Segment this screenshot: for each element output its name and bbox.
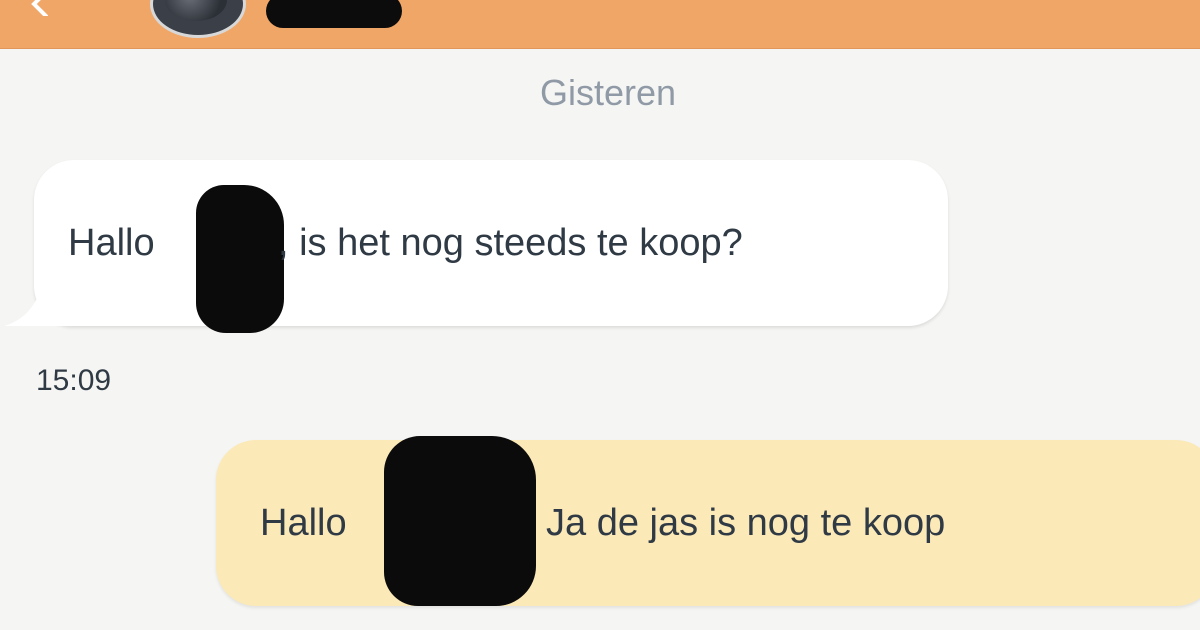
message-text: Ja de jas is nog te koop: [546, 502, 946, 544]
chat-header: [0, 0, 1200, 49]
redaction-mark: [196, 185, 284, 333]
message-greeting: Hallo: [260, 502, 347, 544]
contact-avatar[interactable]: [150, 0, 246, 38]
bubble-tail: [4, 266, 84, 326]
message-text: , is het nog steeds te koop?: [278, 222, 743, 264]
avatar-image: [165, 0, 227, 21]
message-timestamp: 15:09: [36, 364, 112, 397]
outgoing-message-bubble[interactable]: Hallo Ja de jas is nog te koop: [216, 436, 1200, 606]
message-greeting: Hallo: [68, 222, 155, 264]
back-arrow-icon[interactable]: [26, 0, 54, 18]
incoming-message-bubble[interactable]: Hallo , is het nog steeds te koop?: [34, 160, 948, 333]
redaction-mark: [384, 436, 536, 606]
contact-name-redacted[interactable]: [266, 0, 402, 28]
date-divider: Gisteren: [539, 72, 677, 113]
